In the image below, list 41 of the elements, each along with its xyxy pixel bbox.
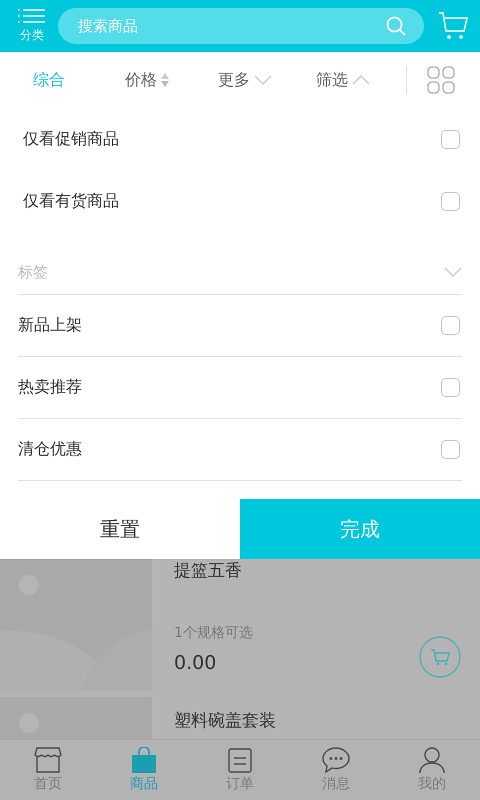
checkbox[interactable] — [441, 316, 460, 335]
product-price: 0.00 — [174, 652, 218, 674]
sort-tab[interactable]: 更多 — [196, 70, 294, 90]
filter-option-label: 仅看促销商品 — [23, 128, 119, 150]
tag-option-label: 清仓优惠 — [18, 439, 82, 460]
add-to-cart-icon[interactable] — [419, 636, 461, 678]
grid-view-icon[interactable] — [427, 66, 455, 94]
filter-option-label: 仅看有货商品 — [23, 190, 119, 212]
product-title: 提篮五香 — [174, 560, 243, 582]
tab-bar-item[interactable]: 我的 — [384, 740, 480, 800]
chevron-up-icon — [352, 75, 370, 85]
shopping-bag-icon — [131, 747, 157, 773]
order-list-icon — [227, 747, 253, 773]
menu-icon — [18, 8, 46, 24]
tab-bar-item[interactable]: 商品 — [96, 740, 192, 800]
spec-count: 1个规格可选 — [174, 624, 253, 642]
person-icon — [419, 747, 445, 773]
chat-bubble-icon — [322, 747, 350, 773]
tag-option-label: 新品上架 — [18, 315, 82, 336]
tab-bar-item[interactable]: 订单 — [192, 740, 288, 800]
cart-icon[interactable] — [438, 11, 468, 41]
checkbox[interactable] — [441, 440, 460, 459]
sort-tab[interactable]: 综合 — [0, 70, 98, 90]
checkbox[interactable] — [441, 192, 460, 210]
done-button[interactable]: 完成 — [240, 499, 480, 559]
search-field[interactable]: 搜索商品 — [58, 8, 424, 44]
checkbox[interactable] — [441, 130, 460, 148]
chevron-down-icon — [254, 75, 272, 85]
chevron-down-icon[interactable] — [444, 267, 462, 277]
search-icon — [386, 16, 406, 36]
tab-bar-item[interactable]: 首页 — [0, 740, 96, 800]
tag-option-label: 热卖推荐 — [18, 377, 82, 398]
checkbox[interactable] — [441, 378, 460, 397]
sort-icon — [161, 72, 169, 88]
sort-tab[interactable]: 价格 — [98, 70, 196, 90]
tag-group-title: 标签 — [18, 262, 48, 282]
tab-bar-item[interactable]: 消息 — [288, 740, 384, 800]
category-button[interactable]: 分类 — [16, 8, 48, 44]
product-title: 塑料碗盖套装 — [174, 710, 276, 732]
store-icon — [34, 747, 62, 773]
sort-tab[interactable]: 筛选 — [294, 70, 392, 90]
